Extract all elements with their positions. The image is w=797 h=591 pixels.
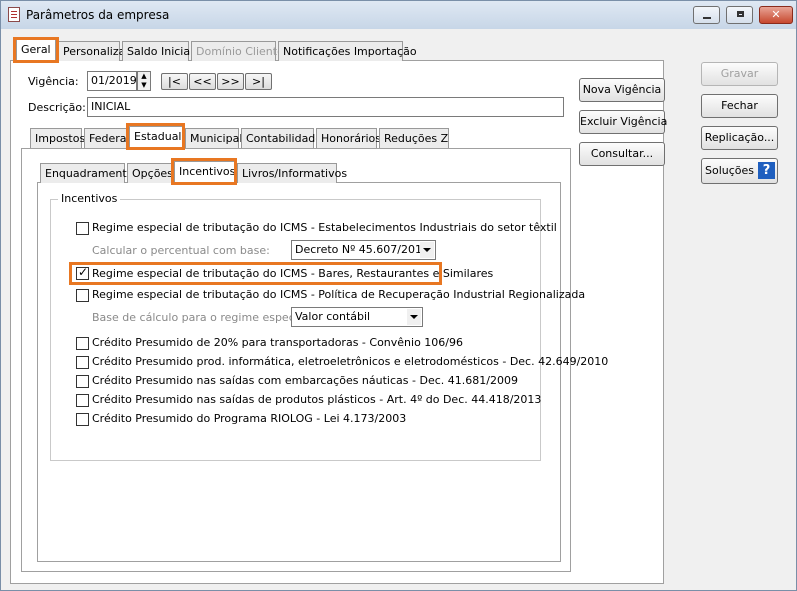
label-recuperacao: Regime especial de tributação do ICMS - … [92, 288, 586, 301]
label-nauticas: Crédito Presumido nas saídas com embarca… [92, 374, 518, 387]
nav-next-button[interactable]: >> [217, 73, 244, 90]
checkbox-transportadoras[interactable] [76, 337, 89, 350]
chevron-down-icon[interactable] [420, 242, 434, 258]
checkbox-textil[interactable] [76, 222, 89, 235]
vigencia-spinner[interactable]: ▲ ▼ [137, 71, 151, 91]
tab-federal[interactable]: Federal [84, 128, 130, 148]
replicacao-button[interactable]: Replicação... [701, 126, 778, 150]
nav-first-button[interactable]: |< [161, 73, 188, 90]
tab-notificacoes-importacao[interactable]: Notificações Importação [278, 41, 417, 61]
tab-livros-informativos[interactable]: Livros/Informativos [237, 163, 347, 183]
checkbox-bares[interactable]: ✓ [76, 265, 89, 280]
gravar-button[interactable]: Gravar [701, 62, 778, 86]
base-calculo-value: Valor contábil [295, 310, 371, 323]
minimize-button[interactable] [693, 6, 720, 24]
fechar-button[interactable]: Fechar [701, 94, 778, 118]
label-plasticos: Crédito Presumido nas saídas de produtos… [92, 393, 542, 406]
parametros-empresa-window: Parâmetros da empresa ✕ Geral Personaliz… [0, 0, 797, 591]
consultar-button[interactable]: Consultar... [579, 142, 665, 166]
calc-percentual-value: Decreto Nº 45.607/2016 [295, 243, 429, 256]
close-icon: ✕ [771, 8, 781, 21]
nav-prev-button[interactable]: << [189, 73, 216, 90]
vigencia-input[interactable]: 01/2019 [87, 71, 137, 91]
tab-incentivos[interactable]: Incentivos [174, 161, 235, 183]
minimize-icon [703, 17, 711, 19]
tab-municipal[interactable]: Municipal [185, 128, 242, 148]
solucoes-button[interactable]: Soluções ? [701, 158, 778, 184]
tab-saldo-inicial[interactable]: Saldo Inicial [122, 41, 193, 61]
title-bar[interactable]: Parâmetros da empresa ✕ [1, 1, 796, 29]
spin-up-icon[interactable]: ▲ [138, 72, 150, 81]
nova-vigencia-button[interactable]: Nova Vigência [579, 78, 665, 102]
check-icon: ✓ [78, 265, 89, 279]
tab-estadual[interactable]: Estadual [129, 126, 183, 148]
descricao-input[interactable]: INICIAL [87, 97, 564, 117]
base-calculo-label: Base de cálculo para o regime especial: [92, 311, 312, 324]
checkbox-informatica[interactable] [76, 356, 89, 369]
close-button[interactable]: ✕ [759, 6, 793, 24]
base-calculo-select[interactable]: Valor contábil [291, 307, 423, 327]
checkbox-plasticos[interactable] [76, 394, 89, 407]
label-informatica: Crédito Presumido prod. informática, ele… [92, 355, 609, 368]
label-riolog: Crédito Presumido do Programa RIOLOG - L… [92, 412, 407, 425]
label-textil: Regime especial de tributação do ICMS - … [92, 221, 557, 234]
tab-geral[interactable]: Geral [16, 39, 56, 61]
solucoes-label: Soluções [705, 164, 755, 177]
checkbox-nauticas[interactable] [76, 375, 89, 388]
label-bares: Regime especial de tributação do ICMS - … [92, 267, 494, 280]
calc-percentual-label: Calcular o percentual com base: [92, 244, 270, 257]
checkbox-riolog[interactable] [76, 413, 89, 426]
nav-last-button[interactable]: >| [245, 73, 272, 90]
tab-dominio-cliente[interactable]: Domínio Cliente [191, 41, 284, 61]
descricao-label: Descrição: [28, 101, 86, 114]
tab-contabilidade[interactable]: Contabilidade [241, 128, 322, 148]
maximize-icon [737, 11, 744, 17]
help-icon: ? [758, 162, 775, 179]
maximize-button[interactable] [726, 6, 753, 24]
tab-opcoes[interactable]: Opções [127, 163, 173, 183]
chevron-down-icon[interactable] [407, 309, 421, 325]
tab-honorarios[interactable]: Honorários [316, 128, 381, 148]
label-transportadoras: Crédito Presumido de 20% para transporta… [92, 336, 464, 349]
tab-impostos[interactable]: Impostos [30, 128, 85, 148]
incentivos-group-title: Incentivos [58, 192, 121, 205]
spin-down-icon[interactable]: ▼ [138, 81, 150, 90]
calc-percentual-select[interactable]: Decreto Nº 45.607/2016 [291, 240, 436, 260]
window-title: Parâmetros da empresa [26, 8, 170, 22]
tab-personaliza[interactable]: Personaliza [58, 41, 125, 61]
vigencia-label: Vigência: [28, 75, 79, 88]
tab-enquadramento[interactable]: Enquadramento [40, 163, 133, 183]
tab-reducoes-z[interactable]: Reduções Z [379, 128, 449, 148]
excluir-vigencia-button[interactable]: Excluir Vigência [579, 110, 667, 134]
document-icon [8, 7, 20, 22]
checkbox-recuperacao[interactable] [76, 289, 89, 302]
